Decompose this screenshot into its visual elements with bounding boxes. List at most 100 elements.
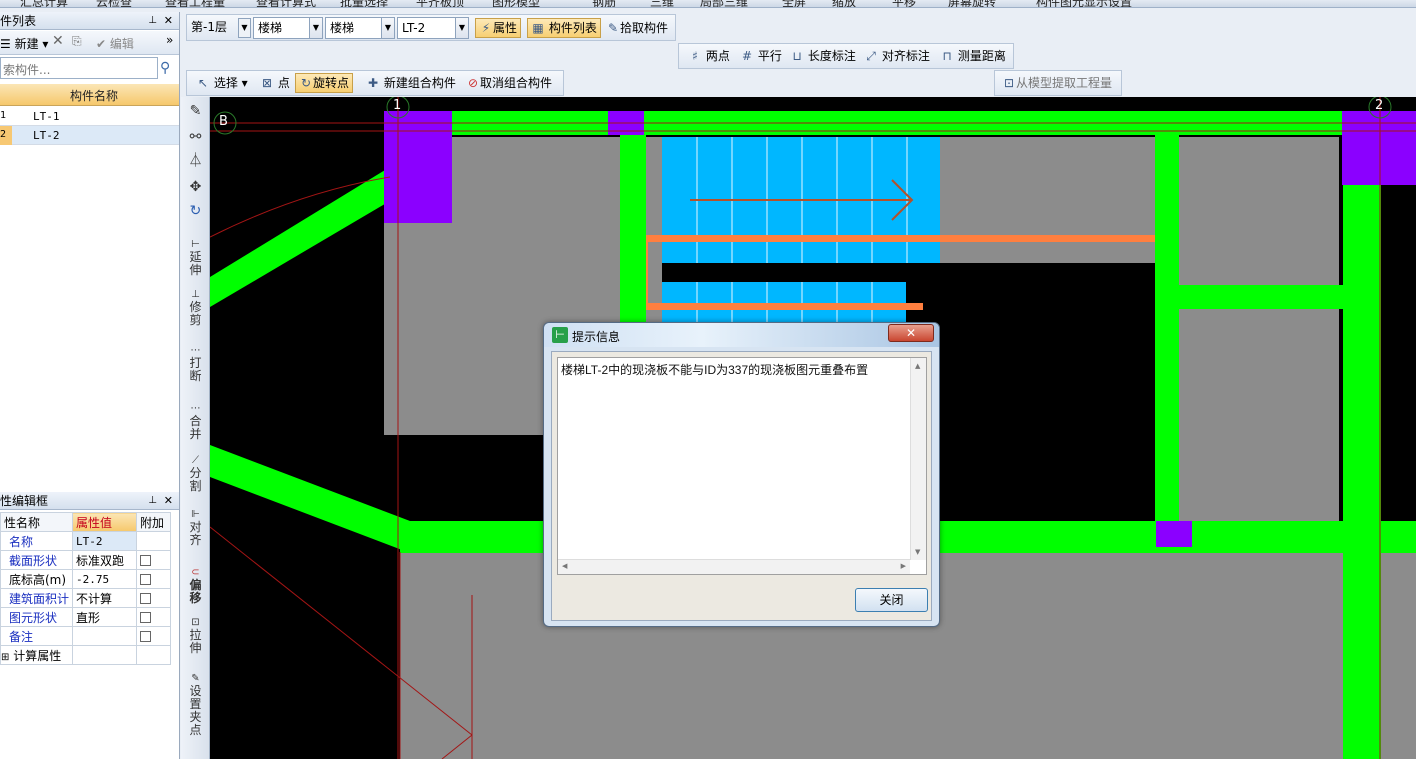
rotate-icon[interactable]: ↻	[181, 204, 210, 218]
break-button[interactable]: ⋯ 打断	[181, 343, 210, 389]
parallel-button[interactable]: # 平行	[737, 46, 785, 66]
vertical-toolbar: ✎ ⚯ ⏃ ✥ ↻ ⊢ 延伸 ⊥ 修剪 ⋯ 打断 ⋯ 合并 ⟋ 分割 ⊩ 对齐 ⊂ 偏移 ⊡ 拉…	[181, 97, 210, 759]
extra-checkbox[interactable]	[140, 593, 151, 604]
menu-item[interactable]: 图形模型	[492, 0, 540, 7]
extra-checkbox[interactable]	[140, 612, 151, 623]
menu-item[interactable]: 平齐板顶	[416, 0, 464, 7]
horizontal-scrollbar[interactable]: ◀ ▶	[558, 559, 910, 574]
component-select[interactable]: LT-2 ▼	[397, 17, 469, 39]
menu-item[interactable]: 缩放	[832, 0, 856, 7]
extract-icon: ⊡	[1003, 76, 1015, 90]
aligned-dim-label: 对齐标注	[881, 49, 930, 63]
menu-item[interactable]: 局部三维	[700, 0, 748, 7]
property-group-row[interactable]: ⊞ 计算属性	[0, 645, 171, 665]
property-row[interactable]: 图元形状 直形	[0, 607, 171, 627]
component-table-header: 构件名称	[0, 84, 179, 106]
expand-plus-icon[interactable]: ⊞	[2, 652, 10, 663]
length-dim-button[interactable]: ⊔ 长度标注	[787, 46, 859, 66]
copy-icon[interactable]: ⚯	[181, 130, 210, 144]
prop-value[interactable]: LT-2	[72, 531, 137, 551]
menu-item[interactable]: 三维	[650, 0, 674, 7]
menu-item[interactable]: 平移	[892, 0, 916, 7]
scroll-up-icon[interactable]: ▲	[915, 362, 920, 370]
property-row[interactable]: 截面形状 标准双跑	[0, 550, 171, 570]
ruler-icon: ⊓	[942, 49, 952, 63]
offset-icon: ⊂	[191, 567, 200, 578]
edit-button[interactable]: ✔ 编辑	[96, 35, 134, 52]
menu-item[interactable]: 构件图元显示设置	[1036, 0, 1132, 7]
menu-item[interactable]: 云检查	[96, 0, 132, 7]
trim-button[interactable]: ⊥ 修剪	[181, 287, 210, 333]
category-select[interactable]: 楼梯 ▼	[253, 17, 323, 39]
stretch-button[interactable]: ⊡ 拉伸	[181, 615, 210, 659]
menu-item[interactable]: 屏幕旋转	[948, 0, 996, 7]
scroll-down-icon[interactable]: ▼	[915, 548, 920, 556]
merge-button[interactable]: ⋯ 合并	[181, 401, 210, 445]
properties-label: 属性	[493, 21, 518, 35]
pin-icon[interactable]: ⊥	[148, 492, 157, 510]
two-points-button[interactable]: ♯ 两点	[685, 46, 733, 66]
close-button[interactable]: 关闭	[855, 588, 928, 612]
extract-quantity-button[interactable]: ⊡ 从模型提取工程量	[999, 73, 1115, 93]
type-select[interactable]: 楼梯 ▼	[325, 17, 395, 39]
menu-item[interactable]: 批量选择	[340, 0, 388, 7]
search-icon[interactable]: ⚲	[160, 60, 170, 76]
move-icon[interactable]: ✥	[181, 180, 210, 194]
properties-button[interactable]: ⚡ 属性	[475, 18, 522, 38]
message-textarea[interactable]: 楼梯LT-2中的现浇板不能与ID为337的现浇板图元重叠布置 ▲ ▼ ◀ ▶	[557, 357, 927, 575]
toolbar-row-2: ♯ 两点 # 平行 ⊔ 长度标注 ⤢ 对齐标注 ⊓ 测量距离	[678, 43, 1014, 69]
floor-select-label[interactable]: 第-1层	[191, 18, 227, 35]
expand-icon[interactable]: »	[166, 33, 173, 47]
menu-item[interactable]: 查看工程量	[165, 0, 225, 7]
extend-button[interactable]: ⊢ 延伸	[181, 237, 210, 281]
new-label: 新建	[14, 37, 39, 51]
component-list-button[interactable]: ▦ 构件列表	[527, 18, 601, 38]
table-row[interactable]: 1 LT-1	[0, 107, 179, 126]
scroll-left-icon[interactable]: ◀	[562, 562, 567, 570]
select-button[interactable]: ↖ 选择 ▾	[193, 73, 251, 93]
menu-item[interactable]: 查看计算式	[256, 0, 316, 7]
close-icon[interactable]: ✕	[888, 324, 934, 342]
close-button-label: 关闭	[879, 593, 904, 607]
new-button[interactable]: ☰ 新建 ▾	[0, 35, 48, 52]
floor-dropdown-arrow[interactable]: ▼	[238, 18, 251, 38]
prop-value[interactable]	[72, 626, 137, 646]
pin-icon[interactable]: ⊥	[148, 12, 157, 30]
property-row[interactable]: 名称 LT-2	[0, 531, 171, 551]
beam-diagonal-top	[210, 167, 400, 307]
menu-item[interactable]: 汇总计算	[20, 0, 68, 7]
vertical-scrollbar[interactable]: ▲ ▼	[910, 358, 926, 560]
offset-button[interactable]: ⊂ 偏移	[181, 565, 210, 609]
mirror-icon[interactable]: ⏃	[181, 154, 210, 168]
scroll-right-icon[interactable]: ▶	[901, 562, 906, 570]
prop-value[interactable]: 不计算	[72, 588, 137, 608]
close-icon[interactable]: ✕	[164, 12, 173, 30]
prop-value[interactable]: 标准双跑	[72, 550, 137, 570]
search-input[interactable]: 索构件...	[0, 57, 158, 79]
menu-item[interactable]: 钢筋	[592, 0, 616, 7]
align-button[interactable]: ⊩ 对齐	[181, 507, 210, 553]
new-combo-button[interactable]: ✚ 新建组合构件	[363, 73, 459, 93]
draw-icon[interactable]: ✎	[181, 104, 210, 118]
close-icon[interactable]: ✕	[164, 492, 173, 510]
rotate-point-button[interactable]: ↻ 旋转点	[295, 73, 354, 93]
aligned-dim-button[interactable]: ⤢ 对齐标注	[861, 46, 933, 66]
point-button[interactable]: ⊠ 点	[257, 73, 293, 93]
menu-item[interactable]: 全屏	[782, 0, 806, 7]
prop-value[interactable]: 直形	[72, 607, 137, 627]
pick-component-button[interactable]: ✎ 拾取构件	[603, 18, 671, 38]
property-row[interactable]: 备注	[0, 626, 171, 646]
split-button[interactable]: ⟋ 分割	[181, 453, 210, 497]
copy-icon[interactable]: ⎘	[72, 34, 82, 49]
set-grip-button[interactable]: ✎ 设置夹点	[181, 671, 210, 741]
prop-value[interactable]: -2.75	[72, 569, 137, 589]
extra-checkbox[interactable]	[140, 631, 151, 642]
cancel-combo-button[interactable]: ⊘ 取消组合构件	[463, 73, 555, 93]
property-row[interactable]: 建筑面积计 不计算	[0, 588, 171, 608]
measure-distance-button[interactable]: ⊓ 测量距离	[937, 46, 1009, 66]
delete-icon[interactable]: ✕	[52, 33, 64, 49]
table-row-selected[interactable]: 2 LT-2	[0, 126, 179, 145]
extra-checkbox[interactable]	[140, 574, 151, 585]
property-row[interactable]: 底标高(m) -2.75	[0, 569, 171, 589]
extra-checkbox[interactable]	[140, 555, 151, 566]
